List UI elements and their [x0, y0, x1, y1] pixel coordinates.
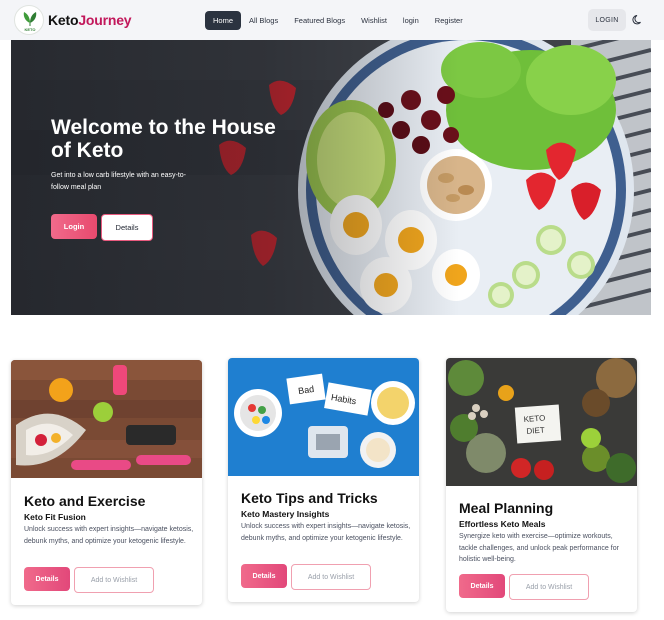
hero-subtitle: Get into a low carb lifestyle with an ea…: [51, 172, 187, 191]
moon-icon[interactable]: [632, 14, 644, 26]
nav-links: Home All Blogs Featured Blogs Wishlist l…: [205, 11, 471, 30]
details-button[interactable]: Details: [24, 567, 70, 591]
add-to-wishlist-button[interactable]: Add to Wishlist: [291, 564, 371, 590]
card-subtitle: Keto Fit Fusion: [24, 512, 86, 522]
card-title: Meal Planning: [459, 500, 554, 516]
nav-link-wishlist[interactable]: Wishlist: [353, 11, 395, 30]
brand-name-part2: Journey: [78, 12, 132, 28]
card-title: Keto and Exercise: [24, 493, 146, 509]
navbar: KETO KetoJourney Home All Blogs Featured…: [0, 0, 664, 40]
blog-card-meal-planning: KETO DIET Meal Planning Effortless Keto …: [446, 358, 637, 612]
hero-login-button[interactable]: Login: [51, 214, 97, 239]
card-subtitle: Effortless Keto Meals: [459, 519, 546, 529]
nav-link-register[interactable]: Register: [427, 11, 471, 30]
card-image-exercise: [11, 360, 202, 478]
svg-text:KETO: KETO: [523, 413, 545, 423]
nav-link-all-blogs[interactable]: All Blogs: [241, 11, 286, 30]
details-button[interactable]: Details: [241, 564, 287, 588]
card-description: Unlock success with expert insights—navi…: [24, 526, 194, 545]
card-image-tips: Bad Habits: [228, 358, 419, 476]
hero-banner: Welcome to the House of Keto Get into a …: [11, 40, 651, 315]
add-to-wishlist-button[interactable]: Add to Wishlist: [509, 574, 589, 600]
svg-text:KETO: KETO: [24, 27, 35, 32]
details-button[interactable]: Details: [459, 574, 505, 598]
blog-card-keto-tips: Bad Habits Keto Tips and Tricks Keto Mas…: [228, 358, 419, 602]
card-subtitle: Keto Mastery Insights: [241, 509, 330, 519]
nav-link-login[interactable]: login: [395, 11, 427, 30]
login-button[interactable]: LOGIN: [588, 9, 626, 31]
nav-link-featured-blogs[interactable]: Featured Blogs: [286, 11, 353, 30]
card-image-meal-planning: KETO DIET: [446, 358, 637, 486]
card-description: Unlock success with expert insights—navi…: [241, 523, 411, 542]
brand-name[interactable]: KetoJourney: [48, 12, 132, 28]
card-description: Synergize keto with exercise—optimize wo…: [459, 533, 619, 563]
card-title: Keto Tips and Tricks: [241, 490, 378, 506]
svg-text:DIET: DIET: [526, 426, 545, 436]
hero-title: Welcome to the House of Keto: [51, 116, 276, 162]
leaf-logo-icon: KETO: [23, 12, 37, 32]
nav-link-home[interactable]: Home: [205, 11, 242, 30]
add-to-wishlist-button[interactable]: Add to Wishlist: [74, 567, 154, 593]
hero-details-button[interactable]: Details: [101, 214, 153, 241]
brand-name-part1: Keto: [48, 12, 79, 28]
blog-card-keto-exercise: Keto and Exercise Keto Fit Fusion Unlock…: [11, 360, 202, 605]
logo[interactable]: KETO: [14, 5, 44, 35]
